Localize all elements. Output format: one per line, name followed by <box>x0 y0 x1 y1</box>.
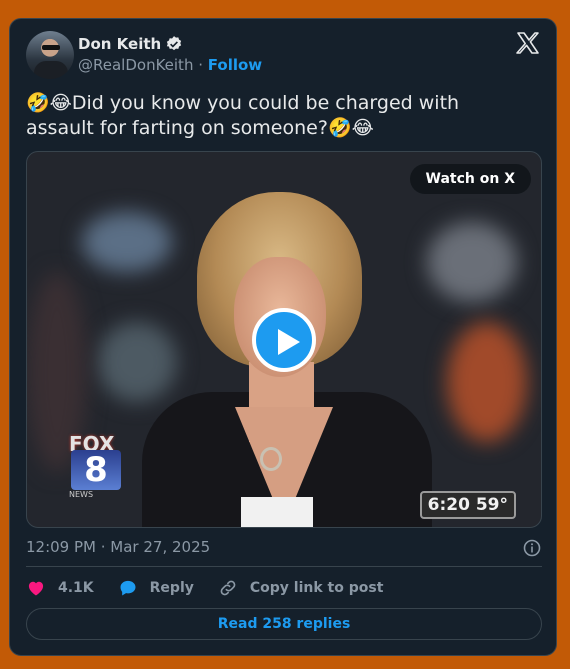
author-handle-row: @RealDonKeith · Follow <box>78 56 262 74</box>
like-button[interactable]: 4.1K <box>26 578 94 598</box>
news-logo-text: NEWS <box>69 490 94 499</box>
like-count: 4.1K <box>58 580 94 596</box>
heart-icon <box>28 581 44 596</box>
video-backdrop-light <box>82 212 172 272</box>
reply-label: Reply <box>149 580 194 596</box>
video-backdrop-light <box>427 222 517 302</box>
handle-separator: · <box>193 56 208 74</box>
link-icon <box>220 580 236 596</box>
info-icon[interactable] <box>522 538 542 558</box>
tweet-text: 🤣😂Did you know you could be charged with… <box>26 92 460 139</box>
verified-icon <box>167 36 182 51</box>
avatar[interactable] <box>26 31 74 79</box>
action-bar: 4.1K Reply Copy link to post <box>26 578 407 598</box>
reply-icon <box>120 580 136 596</box>
video-backdrop-light <box>97 322 177 402</box>
read-replies-button[interactable]: Read 258 replies <box>26 608 542 640</box>
video-player[interactable]: FOX 8 NEWS 6:20 59° Watch on X <box>26 151 542 528</box>
avatar-glasses <box>42 45 60 50</box>
author-name-row: Don Keith <box>78 35 183 53</box>
copy-link-label: Copy link to post <box>249 580 384 596</box>
copy-link-button[interactable]: Copy link to post <box>218 578 384 598</box>
anchor-pendant <box>260 447 282 471</box>
reply-button[interactable]: Reply <box>118 578 194 598</box>
follow-button[interactable]: Follow <box>208 56 262 74</box>
author-handle[interactable]: @RealDonKeith <box>78 56 193 74</box>
post-timestamp[interactable]: 12:09 PM · Mar 27, 2025 <box>26 538 210 556</box>
watch-on-x-button[interactable]: Watch on X <box>409 164 531 194</box>
play-icon <box>278 329 300 355</box>
divider <box>26 566 542 567</box>
fox8-logo: FOX 8 NEWS <box>63 432 131 504</box>
channel-number: 8 <box>71 450 121 490</box>
tweet-card: Don Keith @RealDonKeith · Follow 🤣😂Did y… <box>9 18 557 656</box>
play-button[interactable] <box>252 308 316 372</box>
avatar-suit <box>34 61 68 79</box>
x-logo-icon[interactable] <box>516 31 540 55</box>
anchor-shirt <box>241 497 313 527</box>
author-name[interactable]: Don Keith <box>78 35 161 53</box>
news-clock: 6:20 59° <box>419 491 516 519</box>
video-backdrop-light <box>447 322 527 442</box>
